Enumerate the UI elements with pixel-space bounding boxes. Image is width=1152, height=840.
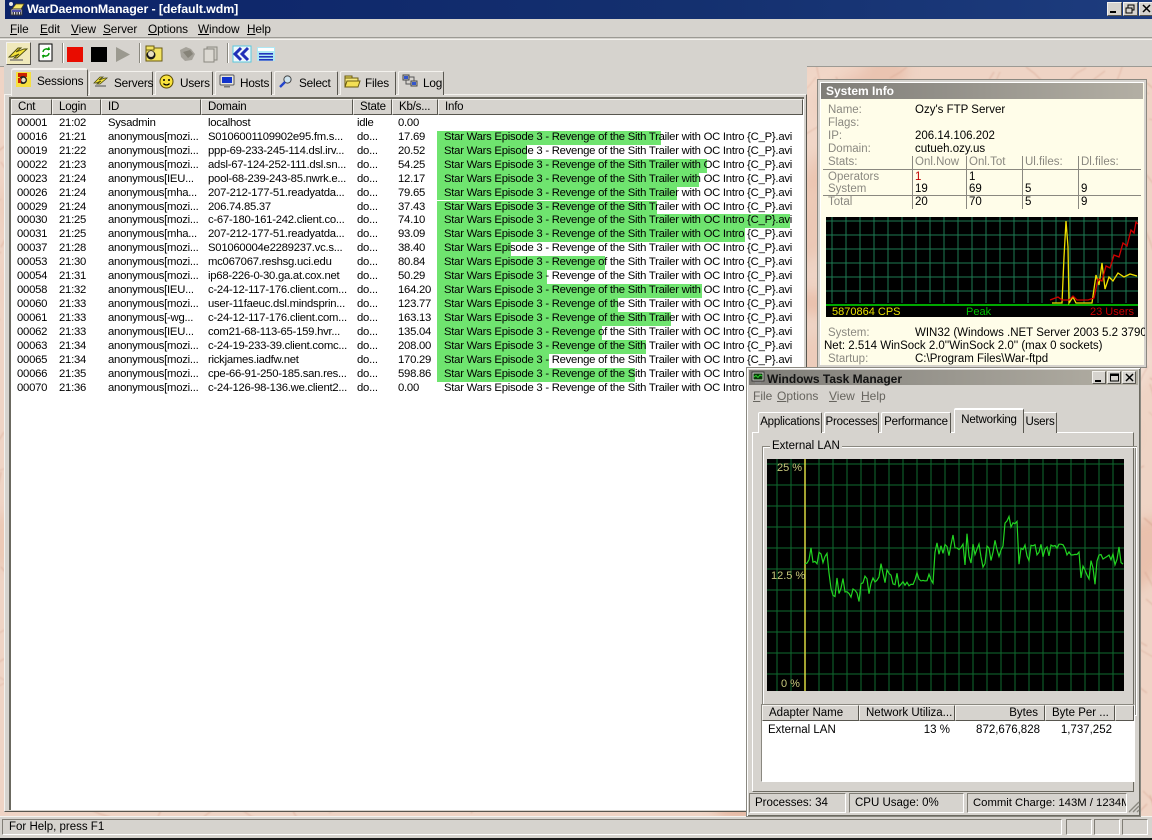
svg-text:23 Users: 23 Users bbox=[1090, 306, 1135, 317]
svg-text:12.5 %: 12.5 % bbox=[771, 570, 805, 582]
svg-text:25 %: 25 % bbox=[777, 462, 802, 474]
svg-text:0 %: 0 % bbox=[781, 678, 800, 690]
svg-text:Peak: Peak bbox=[966, 306, 992, 317]
svg-text:5870864 CPS: 5870864 CPS bbox=[832, 306, 901, 317]
